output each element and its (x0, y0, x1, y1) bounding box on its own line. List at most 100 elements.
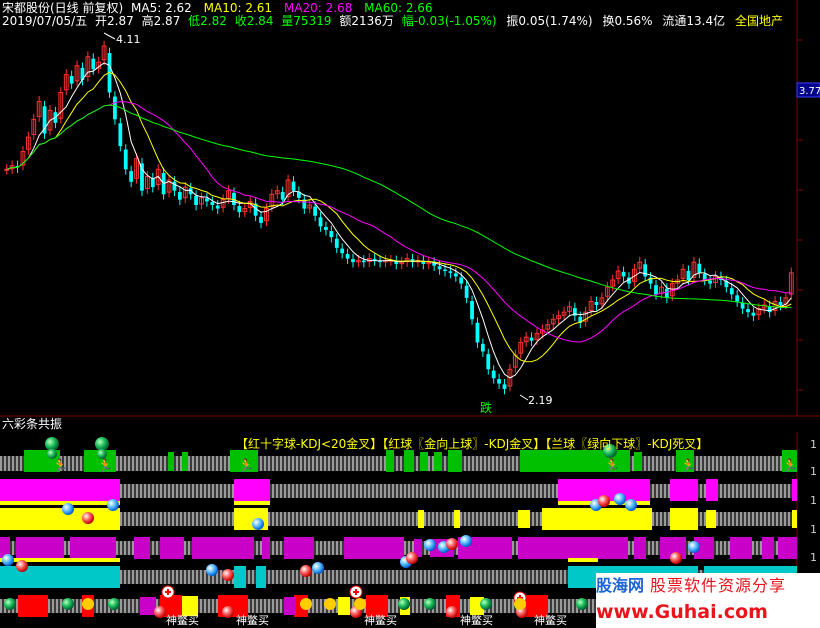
candle-body (259, 216, 263, 223)
candlestick-series (4, 40, 794, 395)
candle-body (129, 171, 134, 182)
main-chart[interactable]: 4.11 2.19 跌 3.77 🏃 🏃 🏃 🏃 🏃 🏃 (0, 0, 820, 628)
ind-axis-digit: 1 (810, 465, 817, 478)
stock-name: 宋都股份(日线 前复权) (2, 1, 124, 15)
candle-body (480, 343, 485, 352)
candle-body (453, 273, 458, 277)
amount-label: 额2136万 (339, 14, 394, 28)
high-label-hdr: 高2.87 (141, 14, 181, 28)
candle-body (194, 195, 198, 205)
ind-axis-digit: 1 (810, 438, 817, 451)
candle-body (291, 181, 296, 191)
svg-text:🏃: 🏃 (238, 458, 254, 474)
indicator-title: 六彩条共振 (2, 417, 63, 431)
ma10-label: MA10: 2.61 (203, 1, 273, 15)
low-label-hdr: 低2.82 (188, 14, 227, 28)
watermark-url: www.Guhai.com (596, 601, 768, 623)
buy-label: 神鳖买 (364, 614, 397, 627)
candle-body (621, 271, 626, 277)
candle-body (729, 288, 734, 295)
candle-body (654, 285, 658, 295)
candle-body (177, 192, 182, 200)
header-line-2: 2019/07/05/五 开2.87 高2.87 低2.82 收2.84 量75… (2, 14, 783, 28)
candle-body (470, 301, 474, 320)
ma60-label: MA60: 2.66 (364, 1, 433, 15)
blue-balls (2, 493, 700, 576)
float-cap-label: 流通13.4亿 (662, 14, 726, 28)
candle-body (345, 254, 350, 259)
candle-body (118, 123, 123, 147)
candle-body (491, 370, 496, 379)
candle-body (437, 266, 442, 270)
date-label: 2019/07/05/五 (2, 14, 88, 28)
change-label: 幅-0.03(-1.05%) (401, 14, 497, 28)
amplitude-label: 振0.05(1.74%) (506, 14, 593, 28)
candle-body (42, 106, 47, 134)
candle-body (91, 58, 96, 70)
watermark-banner: 股海网 股票软件资源分享 www.Guhai.com (596, 573, 820, 628)
svg-text:🏃: 🏃 (52, 458, 68, 474)
ind-axis-digit: 1 (810, 523, 817, 536)
candle-body (205, 198, 209, 202)
candle-body (329, 231, 334, 238)
candle-body (361, 260, 366, 263)
ma5-label: MA5: 2.62 (131, 1, 192, 15)
chart-screen: 4.11 2.19 跌 3.77 🏃 🏃 🏃 🏃 🏃 🏃 宋都股份(日线 前复权… (0, 0, 820, 628)
candle-body (697, 263, 702, 273)
candle-body (334, 238, 339, 248)
candle-body (448, 271, 453, 273)
candle-body (313, 206, 318, 216)
candle-body (751, 312, 756, 316)
watermark-slogan: 股票软件资源分享 (650, 576, 787, 595)
buy-label: 神鳖买 (236, 614, 269, 627)
svg-text:🏃: 🏃 (97, 458, 113, 474)
candle-body (210, 201, 215, 205)
candle-body (746, 309, 750, 313)
candle-body (215, 205, 220, 209)
candle-body (113, 96, 117, 120)
candle-body (351, 259, 355, 263)
candle-body (324, 226, 328, 230)
ma10-line (6, 71, 792, 363)
candle-body (502, 384, 507, 389)
candle-body (497, 379, 501, 384)
header-line-1: 宋都股份(日线 前复权) MA5: 2.62 MA10: 2.61 MA20: … (2, 1, 433, 15)
svg-text:🏃: 🏃 (680, 458, 696, 474)
candle-body (172, 181, 177, 191)
ma20-line (6, 101, 792, 343)
candle-body (280, 192, 285, 200)
ma20-label: MA20: 2.68 (283, 1, 353, 15)
candle-body (4, 168, 10, 171)
candle-body (475, 322, 480, 343)
candle-body (237, 206, 242, 213)
watermark-brand: 股海网 (596, 576, 645, 595)
candle-body (123, 149, 128, 170)
moving-average-lines (6, 62, 792, 379)
row2-ticks (0, 501, 650, 505)
high-marker: 4.11 (103, 32, 141, 46)
high-label: 4.11 (116, 33, 141, 46)
close-label: 收2.84 (234, 14, 274, 28)
candle-body (486, 354, 491, 370)
candle-body (69, 75, 74, 84)
candle-body (778, 301, 783, 305)
sector-label: 全国地产 (734, 14, 783, 28)
candle-body (594, 301, 599, 305)
svg-text:🏃: 🏃 (782, 458, 798, 474)
buy-label: 神鳖买 (460, 614, 493, 627)
candle-body (140, 163, 144, 191)
fall-label: 跌 (480, 400, 492, 415)
ind-axis-digit: 1 (810, 551, 817, 564)
candle-body (664, 288, 669, 298)
candle-body (318, 217, 323, 227)
watermark-top: 股海网 股票软件资源分享 (596, 576, 820, 596)
candle-body (529, 337, 534, 341)
ma60-line (6, 104, 792, 309)
ind-axis-digit: 1 (810, 494, 817, 507)
buy-label: 神鳖买 (166, 614, 199, 627)
low-marker: 2.19 (519, 394, 553, 407)
candle-body (735, 295, 740, 302)
candle-body (708, 280, 713, 284)
price-tag: 3.77 (799, 86, 820, 97)
candle-body (340, 248, 345, 254)
